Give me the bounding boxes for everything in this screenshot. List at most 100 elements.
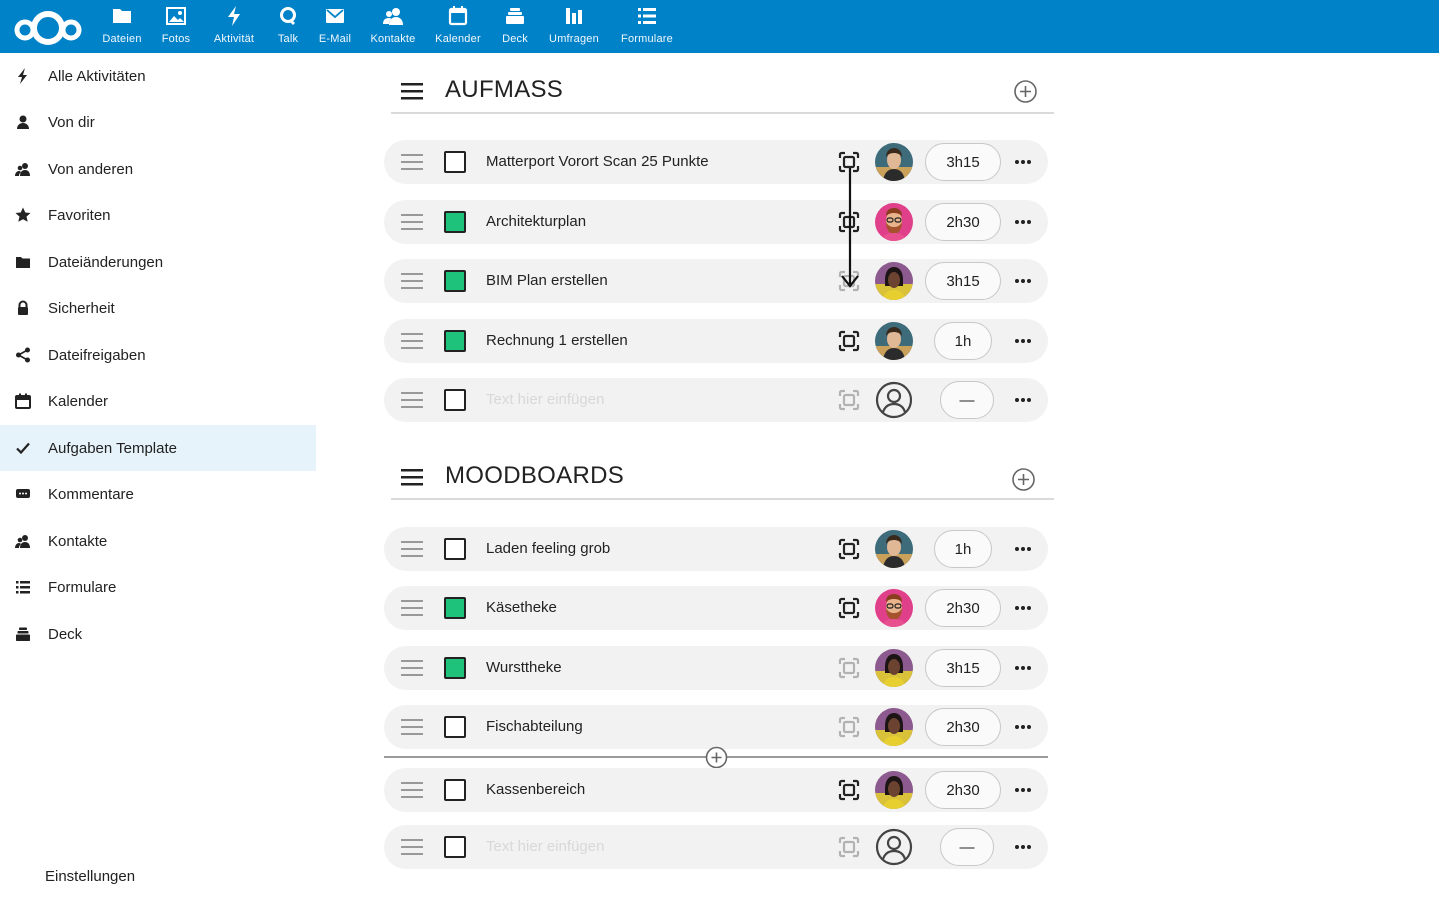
- new-task-row[interactable]: Text hier einfügen —: [384, 378, 1048, 422]
- new-task-row[interactable]: Text hier einfügen —: [384, 825, 1048, 869]
- task-row[interactable]: Kassenbereich 2h30: [384, 768, 1048, 812]
- avatar[interactable]: [875, 708, 913, 746]
- sidebar-item-forms[interactable]: Formulare: [0, 564, 316, 610]
- task-checkbox[interactable]: [444, 330, 466, 352]
- drag-handle-icon[interactable]: [401, 599, 423, 617]
- task-title[interactable]: BIM Plan erstellen: [486, 272, 608, 289]
- time-estimate-pill[interactable]: 1h: [934, 530, 992, 568]
- more-options-icon[interactable]: [1014, 393, 1032, 407]
- task-row[interactable]: Käsetheke 2h30: [384, 586, 1048, 630]
- time-estimate-pill[interactable]: 1h: [934, 322, 992, 360]
- sidebar-item-calendar[interactable]: Kalender: [0, 378, 316, 424]
- drag-handle-icon[interactable]: [401, 718, 423, 736]
- drag-handle-icon[interactable]: [401, 332, 423, 350]
- time-estimate-pill[interactable]: 3h15: [925, 262, 1001, 300]
- sidebar-item-task-template[interactable]: Aufgaben Template: [0, 425, 316, 471]
- task-title[interactable]: Käsetheke: [486, 599, 557, 616]
- sidebar-item-shares[interactable]: Dateifreigaben: [0, 332, 316, 378]
- sidebar-item-by-others[interactable]: Von anderen: [0, 146, 316, 192]
- add-task-icon[interactable]: [1011, 467, 1036, 492]
- more-options-icon[interactable]: [1014, 542, 1032, 556]
- avatar[interactable]: [875, 262, 913, 300]
- more-options-icon[interactable]: [1014, 840, 1032, 854]
- task-title[interactable]: Wursttheke: [486, 659, 562, 676]
- avatar[interactable]: [875, 589, 913, 627]
- more-options-icon[interactable]: [1014, 661, 1032, 675]
- time-estimate-pill[interactable]: 2h30: [925, 771, 1001, 809]
- sidebar-item-security[interactable]: Sicherheit: [0, 285, 316, 331]
- app-polls[interactable]: Umfragen: [540, 0, 608, 53]
- more-options-icon[interactable]: [1014, 783, 1032, 797]
- sidebar-item-file-changes[interactable]: Dateiänderungen: [0, 239, 316, 285]
- more-options-icon[interactable]: [1014, 334, 1032, 348]
- drag-handle-icon[interactable]: [401, 272, 423, 290]
- task-checkbox[interactable]: [444, 836, 466, 858]
- sidebar-item-all-activities[interactable]: Alle Aktivitäten: [0, 53, 316, 99]
- app-photos[interactable]: Fotos: [150, 0, 202, 53]
- task-checkbox[interactable]: [444, 211, 466, 233]
- task-row[interactable]: Architekturplan 2h30: [384, 200, 1048, 244]
- scan-icon[interactable]: [838, 716, 860, 738]
- task-checkbox[interactable]: [444, 597, 466, 619]
- drag-handle-icon[interactable]: [401, 659, 423, 677]
- sidebar-item-deck[interactable]: Deck: [0, 611, 316, 657]
- task-checkbox[interactable]: [444, 151, 466, 173]
- drag-handle-icon[interactable]: [401, 391, 423, 409]
- app-activity[interactable]: Aktivität: [202, 0, 266, 53]
- task-checkbox[interactable]: [444, 389, 466, 411]
- task-checkbox[interactable]: [444, 538, 466, 560]
- task-title[interactable]: Architekturplan: [486, 213, 586, 230]
- section-menu-icon[interactable]: [401, 82, 423, 100]
- task-row[interactable]: Rechnung 1 erstellen 1h: [384, 319, 1048, 363]
- scan-icon[interactable]: [838, 836, 860, 858]
- avatar[interactable]: [875, 203, 913, 241]
- time-estimate-pill[interactable]: 3h15: [925, 143, 1001, 181]
- user-placeholder-icon[interactable]: [875, 381, 913, 419]
- nextcloud-logo-icon[interactable]: [14, 4, 82, 50]
- task-title[interactable]: Kassenbereich: [486, 781, 585, 798]
- app-files[interactable]: Dateien: [94, 0, 150, 53]
- task-row[interactable]: Wursttheke 3h15: [384, 646, 1048, 690]
- avatar[interactable]: [875, 143, 913, 181]
- task-checkbox[interactable]: [444, 270, 466, 292]
- user-placeholder-icon[interactable]: [875, 828, 913, 866]
- time-estimate-pill[interactable]: —: [940, 828, 994, 866]
- settings-link[interactable]: Einstellungen: [45, 868, 135, 885]
- drag-handle-icon[interactable]: [401, 153, 423, 171]
- drag-handle-icon[interactable]: [401, 781, 423, 799]
- scan-icon[interactable]: [838, 779, 860, 801]
- app-mail[interactable]: E-Mail: [310, 0, 360, 53]
- task-row[interactable]: Fischabteilung 2h30: [384, 705, 1048, 749]
- scan-icon[interactable]: [838, 389, 860, 411]
- insert-task-icon[interactable]: [705, 746, 728, 769]
- more-options-icon[interactable]: [1014, 215, 1032, 229]
- new-task-input[interactable]: Text hier einfügen: [486, 391, 604, 408]
- scan-icon[interactable]: [838, 330, 860, 352]
- task-checkbox[interactable]: [444, 657, 466, 679]
- time-estimate-pill[interactable]: 2h30: [925, 203, 1001, 241]
- time-estimate-pill[interactable]: 2h30: [925, 708, 1001, 746]
- app-talk[interactable]: Talk: [266, 0, 310, 53]
- app-deck[interactable]: Deck: [490, 0, 540, 53]
- task-row[interactable]: BIM Plan erstellen 3h15: [384, 259, 1048, 303]
- task-row[interactable]: Matterport Vorort Scan 25 Punkte 3h15: [384, 140, 1048, 184]
- task-checkbox[interactable]: [444, 779, 466, 801]
- time-estimate-pill[interactable]: —: [940, 381, 994, 419]
- scan-icon[interactable]: [838, 597, 860, 619]
- app-forms[interactable]: Formulare: [608, 0, 686, 53]
- more-options-icon[interactable]: [1014, 720, 1032, 734]
- sidebar-item-favorites[interactable]: Favoriten: [0, 192, 316, 238]
- sidebar-item-contacts[interactable]: Kontakte: [0, 518, 316, 564]
- drag-handle-icon[interactable]: [401, 838, 423, 856]
- task-row[interactable]: Laden feeling grob 1h: [384, 527, 1048, 571]
- scan-icon[interactable]: [838, 538, 860, 560]
- scan-icon[interactable]: [838, 657, 860, 679]
- avatar[interactable]: [875, 771, 913, 809]
- time-estimate-pill[interactable]: 2h30: [925, 589, 1001, 627]
- add-task-icon[interactable]: [1013, 79, 1038, 104]
- avatar[interactable]: [875, 649, 913, 687]
- drag-handle-icon[interactable]: [401, 540, 423, 558]
- drag-handle-icon[interactable]: [401, 213, 423, 231]
- task-title[interactable]: Laden feeling grob: [486, 540, 610, 557]
- sidebar-item-by-you[interactable]: Von dir: [0, 99, 316, 145]
